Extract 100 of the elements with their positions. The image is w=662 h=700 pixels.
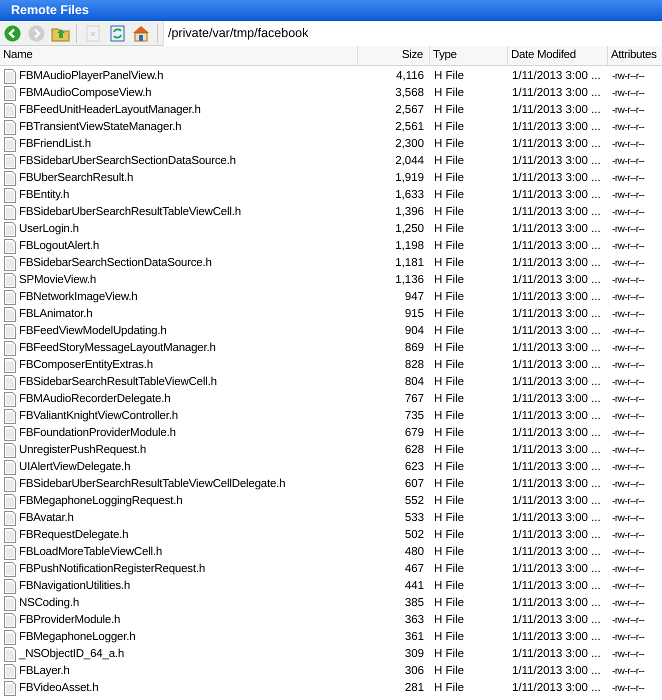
file-size: 480 [404,546,424,558]
file-name: FBValiantKnightViewController.h [19,408,178,424]
file-name: FBTransientViewStateManager.h [19,120,182,135]
file-name: FBMegaphoneLoggingRequest.h [19,494,182,509]
file-icon [4,647,16,662]
date-modified: 1/11/2013 3:00 ... [512,104,601,116]
file-attributes: -rw-r--r-- [612,496,644,507]
file-type: H File [434,580,464,592]
file-type: H File [434,222,464,235]
file-icon [4,341,16,356]
file-icon [4,681,16,696]
file-attributes: -rw-r--r-- [612,326,644,337]
file-size: 1,181 [395,256,424,269]
file-icon [4,409,16,424]
file-icon [4,273,16,288]
date-modified: 1/11/2013 3:00 ... [512,172,601,184]
file-name: FBNetworkImageView.h [19,290,138,305]
file-attributes: -rw-r--r-- [612,343,644,354]
file-name: FBMegaphoneLogger.h [19,630,136,645]
file-type: H File [434,494,464,507]
date-modified: 1/11/2013 3:00 ... [512,274,601,286]
file-size: 361 [404,630,424,643]
file-size: 363 [404,614,424,626]
file-attributes: -rw-r--r-- [612,666,644,677]
date-modified: 1/11/2013 3:00 ... [512,512,601,524]
date-modified: 1/11/2013 3:00 ... [512,494,601,507]
file-type: H File [434,512,464,524]
file-icon [4,596,16,611]
file-name: FBSidebarUberSearchSectionDataSource.h [19,154,236,169]
file-icon [4,86,16,101]
date-modified: 1/11/2013 3:00 ... [512,648,601,660]
date-modified: 1/11/2013 3:00 ... [512,342,601,354]
date-modified: 1/11/2013 3:00 ... [512,426,601,439]
file-type: H File [434,154,464,167]
file-icon [4,630,16,645]
date-modified: 1/11/2013 3:00 ... [512,562,601,575]
file-type: H File [434,188,464,201]
file-type: H File [434,630,464,643]
date-modified: 1/11/2013 3:00 ... [512,206,601,218]
path-field[interactable]: /private/var/tmp/facebook [163,20,662,46]
file-icon [4,137,16,152]
column-header[interactable]: Name [0,46,358,65]
file-name: FBNavigationUtilities.h [19,578,130,594]
file-name: FBLoadMoreTableViewCell.h [19,544,162,560]
file-attributes: -rw-r--r-- [612,241,644,252]
date-modified: 1/11/2013 3:00 ... [512,528,601,541]
file-size: 869 [404,342,424,354]
file-type: H File [434,70,464,82]
file-name: FBComposerEntityExtras.h [19,358,153,373]
file-size: 309 [404,648,424,660]
file-icon [4,426,16,441]
file-attributes: -rw-r--r-- [612,173,644,184]
refresh-icon [110,24,124,42]
file-size: 467 [404,562,424,575]
date-modified: 1/11/2013 3:00 ... [512,614,601,626]
file-type: H File [434,274,464,286]
file-attributes: -rw-r--r-- [612,581,644,592]
file-attributes: -rw-r--r-- [612,88,644,99]
date-modified: 1/11/2013 3:00 ... [512,256,601,269]
file-icon [4,171,16,186]
file-icon [4,290,16,305]
date-modified: 1/11/2013 3:00 ... [512,86,601,99]
file-icon [4,307,16,322]
file-name: SPMovieView.h [19,272,96,288]
file-icon [4,375,16,390]
file-attributes: -rw-r--r-- [612,105,644,116]
file-attributes: -rw-r--r-- [612,411,644,422]
file-attributes: -rw-r--r-- [612,547,644,558]
file-type: H File [434,240,464,252]
file-attributes: -rw-r--r-- [612,530,644,541]
date-modified: 1/11/2013 3:00 ... [512,630,601,643]
file-icon [4,443,16,458]
file-size: 306 [404,664,424,677]
file-attributes: -rw-r--r-- [612,275,644,286]
file-size: 767 [404,392,424,405]
file-type: H File [434,324,464,337]
file-attributes: -rw-r--r-- [612,360,644,371]
date-modified: 1/11/2013 3:00 ... [512,222,601,235]
file-attributes: -rw-r--r-- [612,598,644,609]
column-header[interactable]: Type [430,46,508,65]
file-icon [4,324,16,339]
file-icon [4,120,16,135]
date-modified: 1/11/2013 3:00 ... [512,138,601,150]
date-modified: 1/11/2013 3:00 ... [512,410,601,422]
file-icon [4,477,16,492]
forward-icon [28,24,44,42]
file-name: FBMAudioPlayerPanelView.h [19,68,164,84]
file-icon [4,222,16,237]
file-size: 947 [404,290,424,303]
column-header[interactable]: Attributes [608,46,662,65]
file-type: H File [434,86,464,99]
file-type: H File [434,478,464,490]
file-attributes: -rw-r--r-- [612,445,644,456]
file-size: 4,116 [396,70,424,82]
file-name: FBFriendList.h [19,136,91,152]
column-header[interactable]: Size [358,46,430,65]
column-header[interactable]: Date Modifed [508,46,608,65]
file-name: FBProviderModule.h [19,612,120,628]
file-name: NSCoding.h [19,596,80,611]
file-type: H File [434,410,464,422]
